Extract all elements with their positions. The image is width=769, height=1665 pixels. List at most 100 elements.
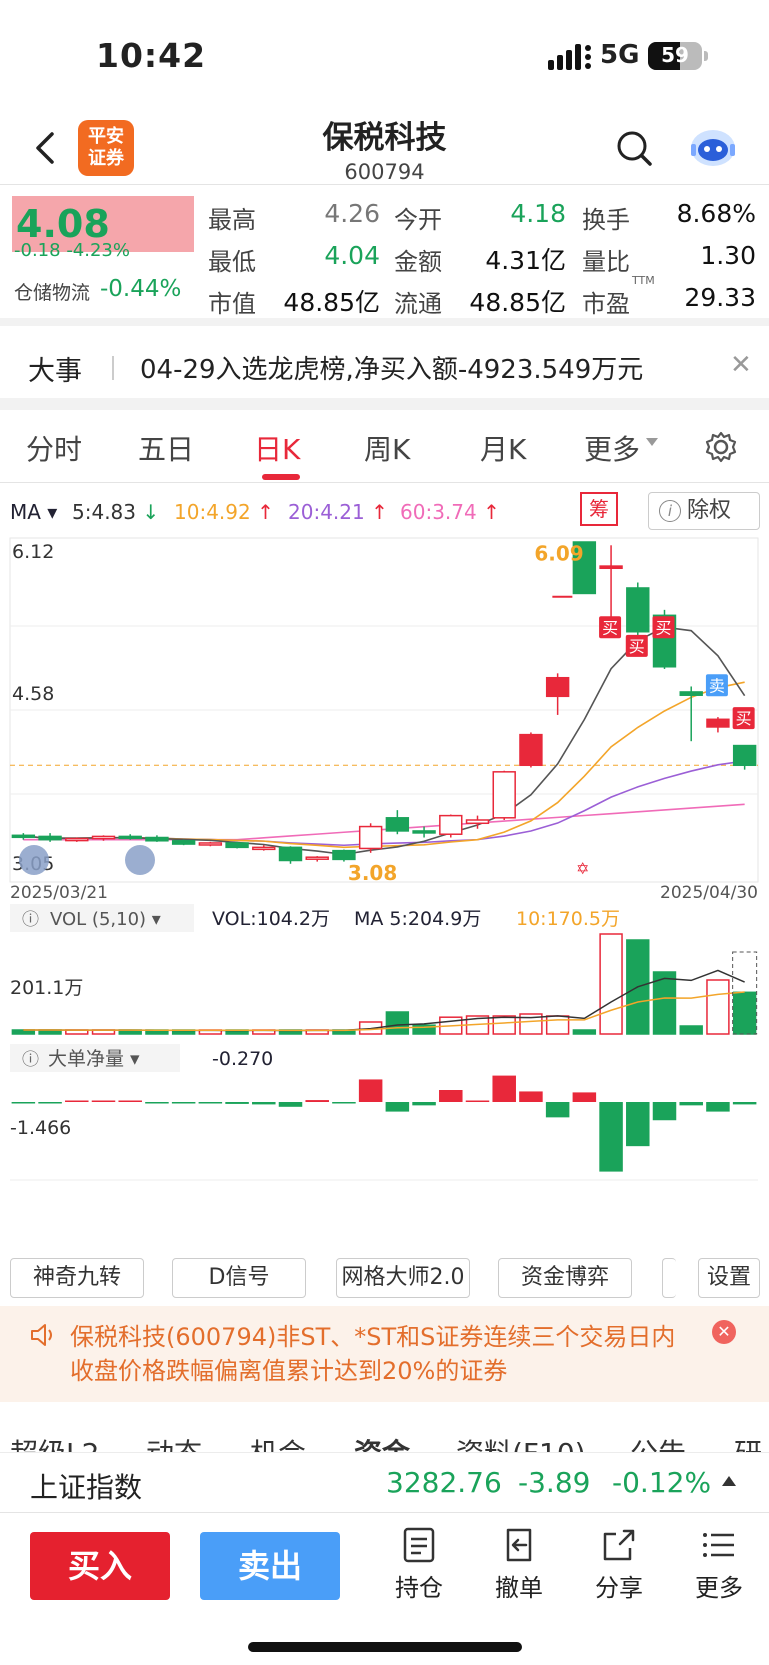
adjust-button[interactable]: i 除权 (648, 492, 760, 530)
search-icon[interactable] (614, 128, 654, 168)
volume-bar (385, 1011, 410, 1035)
chip-distribution-button[interactable]: 筹 (580, 492, 618, 526)
volume-bar (545, 1015, 570, 1035)
date-end: 2025/04/30 (660, 883, 758, 903)
ttm-superscript: TTM (632, 274, 655, 287)
holdings-button[interactable]: 持仓 (384, 1526, 454, 1603)
candle-body (519, 733, 543, 767)
ma20-line (23, 760, 745, 847)
tab-5[interactable]: 更多 (584, 428, 640, 468)
indicator-button[interactable]: 资金博弈 (498, 1258, 632, 1298)
fullscreen-icon (125, 845, 155, 875)
dadan-axis-label: -1.466 (10, 1117, 71, 1139)
kline-chart[interactable]: 6.124.583.056.093.08买买买卖买✡2025/03/212025… (0, 534, 769, 1254)
dadan-bar (652, 1102, 677, 1121)
sell-button[interactable]: 卖出 (200, 1532, 340, 1600)
volume-bar (679, 1025, 703, 1035)
quote-value: 4.31亿 (485, 246, 566, 275)
quote-label: 流通 (394, 290, 442, 318)
close-icon[interactable]: ✕ (730, 350, 752, 380)
signal-label: 卖 (709, 676, 725, 695)
tab-2[interactable]: 日K (254, 428, 300, 468)
candle-body (198, 842, 223, 846)
volume-bar (599, 933, 623, 1035)
dadan-bar (38, 1102, 62, 1104)
indicator-button[interactable]: 神奇九转 (10, 1258, 144, 1298)
dadan-bar (171, 1102, 196, 1104)
ma20-value: 20:4.21 ↑ (288, 500, 388, 524)
dadan-bar (599, 1102, 623, 1172)
vol-ma10: 10:170.5万 (516, 908, 620, 930)
event-star-icon: ✡ (576, 859, 589, 878)
expand-up-icon[interactable] (720, 1474, 738, 1488)
settings-gear-icon[interactable] (704, 430, 738, 464)
info-icon: ⓘ (22, 1050, 39, 1070)
candle-body (439, 814, 463, 835)
settings-button[interactable]: 设置 (698, 1258, 760, 1298)
status-time: 10:42 (96, 36, 207, 75)
notice-text: 保税科技(600794)非ST、*ST和S证券连续三个交易日内收盘价格跌幅偏离值… (70, 1323, 676, 1385)
more-button[interactable]: 更多 (684, 1526, 754, 1603)
share-icon (603, 1529, 635, 1561)
quote-value: 8.68% (676, 199, 756, 228)
indicator-button[interactable]: D信号 (172, 1258, 306, 1298)
candle-body (171, 840, 196, 845)
vol-value: VOL:104.2万 (212, 908, 330, 930)
document-icon (403, 1527, 435, 1563)
price-axis-high: 6.12 (12, 541, 54, 563)
quote-value: 4.26 (324, 199, 380, 228)
quote-label: 最低 (208, 248, 256, 276)
tab-1[interactable]: 五日 (138, 428, 194, 468)
candle-body (252, 846, 276, 851)
candle-body (278, 846, 303, 862)
share-button[interactable]: 分享 (584, 1526, 654, 1603)
quote-label: 市盈 (582, 290, 630, 318)
indicator-button[interactable]: 网格大师2.0 (336, 1258, 470, 1298)
index-name[interactable]: 上证指数 (30, 1466, 142, 1506)
dadan-value: -0.270 (212, 1048, 273, 1070)
candle-body (38, 835, 62, 841)
buy-button[interactable]: 买入 (30, 1532, 170, 1600)
indicator-button-partial[interactable] (662, 1258, 676, 1298)
sector-name[interactable]: 仓储物流 (14, 278, 90, 305)
candle-body (145, 836, 169, 842)
ma60-value: 60:3.74 ↑ (400, 500, 500, 524)
tab-4[interactable]: 月K (480, 428, 526, 468)
network-type: 5G (600, 40, 640, 70)
section-gap (0, 318, 769, 326)
tab-0[interactable]: 分时 (26, 428, 82, 468)
volume-bar (492, 1015, 516, 1035)
dadan-bar (626, 1102, 650, 1147)
ai-assistant-icon[interactable] (688, 124, 738, 170)
candle-body (732, 744, 757, 767)
min-price-label: 3.08 (348, 861, 397, 885)
dadan-bar (679, 1102, 703, 1106)
quote-label: 市值 (208, 290, 256, 318)
candle-body (385, 817, 410, 832)
dadan-bar (732, 1102, 757, 1105)
undo-order-icon (506, 1528, 532, 1562)
date-start: 2025/03/21 (10, 883, 108, 903)
price-change: -0.18 -4.23% (14, 240, 130, 261)
quote-value: 48.85亿 (283, 288, 380, 317)
tab-3[interactable]: 周K (364, 428, 410, 468)
section-gap-2 (0, 398, 769, 410)
dadan-bar (572, 1092, 597, 1102)
cancel-order-button[interactable]: 撤单 (484, 1526, 554, 1603)
candle-body (225, 842, 249, 849)
ma5-value: 5:4.83 ↓ (72, 500, 160, 524)
quote-label: 量比 (582, 248, 630, 276)
close-icon[interactable]: ✕ (712, 1320, 736, 1344)
index-value: 3282.76 (386, 1466, 502, 1499)
quote-value: 1.30 (700, 241, 756, 270)
signal-label: 买 (655, 618, 671, 637)
dadan-bar (225, 1102, 249, 1104)
event-label: 大事 (28, 356, 82, 387)
ma10-value: 10:4.92 ↑ (174, 500, 274, 524)
ma-selector[interactable]: MA ▾ (10, 500, 57, 524)
vol-title: VOL (5,10) ▾ (50, 909, 161, 930)
candle-body (11, 834, 36, 839)
event-text[interactable]: 04-29入选龙虎榜,净买入额-4923.549万元 (140, 349, 643, 386)
bottom-divider (0, 1512, 769, 1513)
volume-bar (572, 1029, 597, 1035)
